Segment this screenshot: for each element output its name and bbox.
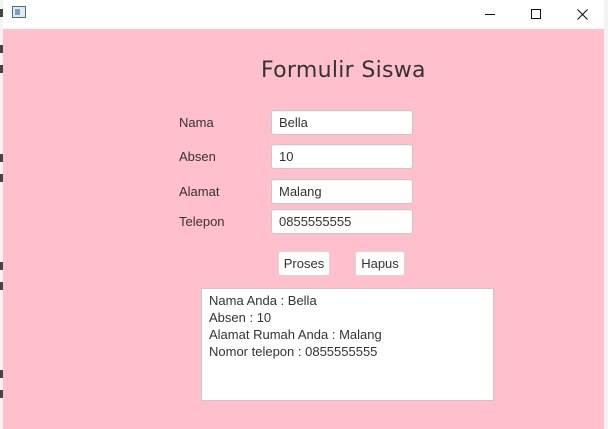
- output-line-nama: Nama Anda : Bella: [209, 293, 317, 308]
- telepon-label: Telepon: [179, 214, 225, 229]
- nama-label: Nama: [179, 115, 214, 130]
- maximize-button[interactable]: [513, 0, 559, 28]
- output-line-telepon: Nomor telepon : 0855555555: [209, 344, 378, 359]
- maximize-icon: [531, 9, 541, 19]
- app-icon: [12, 6, 26, 18]
- telepon-input[interactable]: 0855555555: [271, 209, 413, 234]
- form-title: Formulir Siswa: [261, 58, 426, 83]
- output-line-absen: Absen : 10: [209, 310, 272, 325]
- form-panel: Formulir Siswa Nama Bella Absen 10 Alama…: [3, 29, 604, 429]
- output-text-area[interactable]: Nama Anda : Bella Absen : 10 Alamat Ruma…: [201, 288, 494, 401]
- close-button[interactable]: [559, 0, 605, 28]
- absen-label: Absen: [179, 149, 216, 164]
- close-icon: [576, 8, 588, 20]
- absen-input[interactable]: 10: [271, 144, 413, 169]
- hapus-button[interactable]: Hapus: [355, 251, 405, 276]
- minimize-button[interactable]: [467, 0, 513, 28]
- nama-input[interactable]: Bella: [271, 110, 413, 135]
- output-line-alamat: Alamat Rumah Anda : Malang: [209, 327, 382, 342]
- proses-button[interactable]: Proses: [278, 251, 330, 276]
- alamat-label: Alamat: [179, 184, 220, 199]
- title-bar[interactable]: [3, 0, 604, 28]
- minimize-icon: [485, 14, 495, 15]
- app-window: Formulir Siswa Nama Bella Absen 10 Alama…: [3, 0, 604, 429]
- alamat-input[interactable]: Malang: [271, 179, 413, 204]
